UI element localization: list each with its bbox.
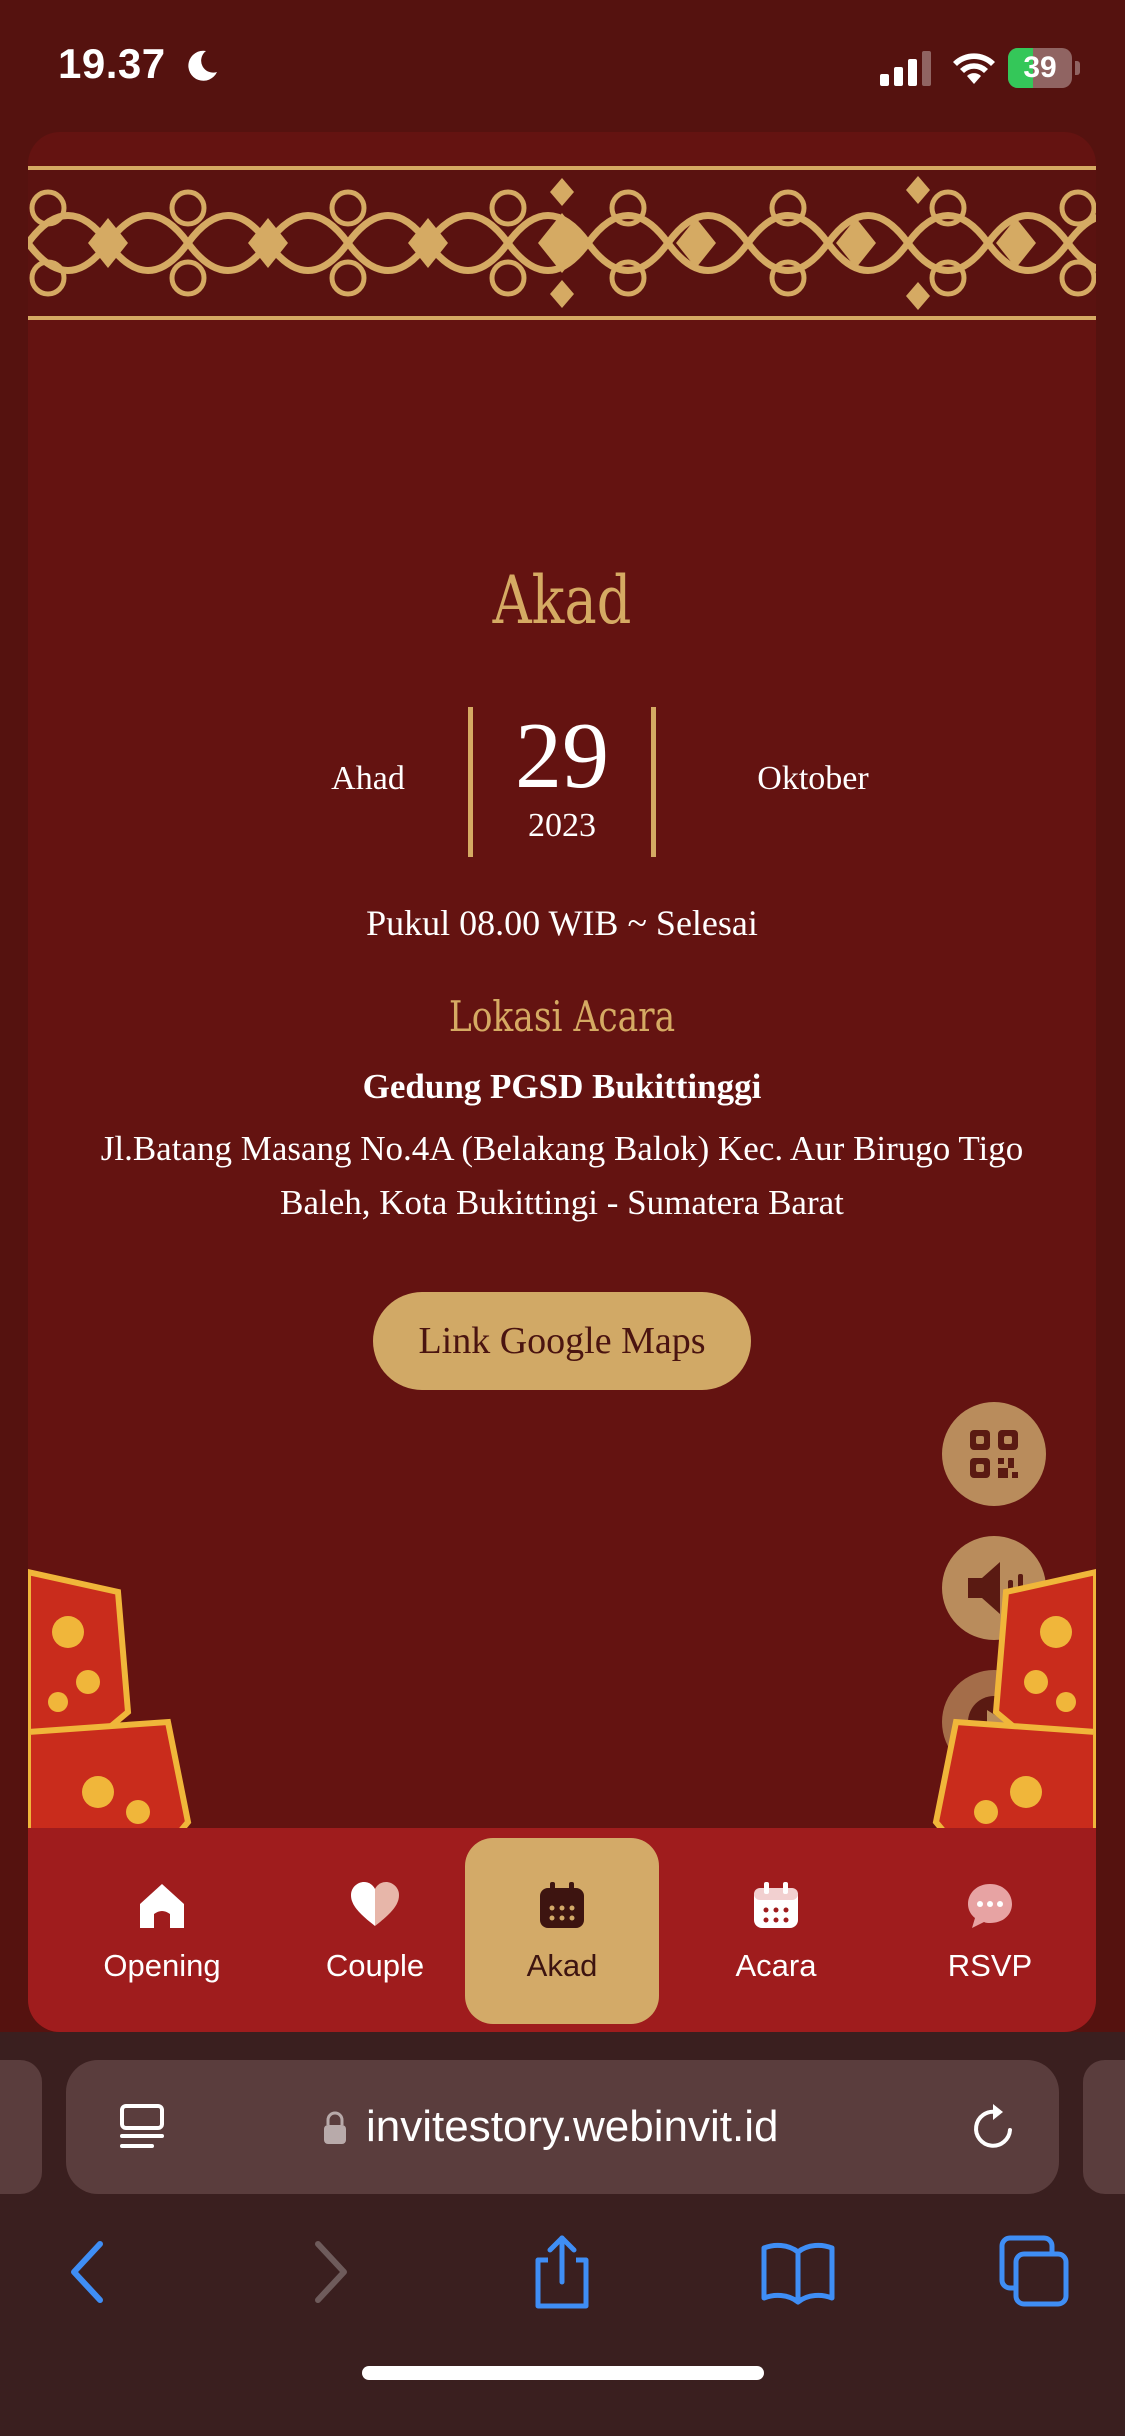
status-time: 19.37 [58, 40, 166, 87]
google-maps-link-button[interactable]: Link Google Maps [373, 1292, 751, 1390]
ornament-border-top [28, 166, 1096, 320]
event-day: Ahad [331, 760, 405, 797]
bottom-nav: Opening Couple Akad Acara RSVP [28, 1828, 1096, 2032]
battery-percent: 39 [1023, 51, 1057, 84]
event-title: Akad [492, 562, 632, 639]
address-bar[interactable]: invitestory.webinvit.id [66, 2060, 1059, 2194]
page-menu-icon[interactable] [116, 2102, 168, 2154]
nav-label-rsvp: RSVP [947, 1948, 1033, 1983]
nav-label-opening: Opening [103, 1948, 221, 1983]
bookmarks-icon[interactable] [758, 2232, 838, 2312]
home-icon [140, 1884, 184, 1928]
share-icon[interactable] [522, 2232, 602, 2312]
reload-icon[interactable] [966, 2100, 1022, 2156]
home-indicator [362, 2366, 764, 2380]
next-tab-preview[interactable] [1083, 2060, 1125, 2194]
forward-arrow-icon[interactable] [290, 2232, 370, 2312]
venue-address: Jl.Batang Masang No.4A (Belakang Balok) … [100, 1129, 1024, 1222]
venue-name: Gedung PGSD Bukittinggi [362, 1067, 762, 1106]
location-title: Lokasi Acara [448, 992, 676, 1041]
nav-label-acara: Acara [735, 1948, 817, 1983]
nav-item-acara[interactable]: Acara [679, 1828, 873, 2032]
url-text: invitestory.webinvit.id [366, 2102, 779, 2151]
nav-label-akad: Akad [526, 1948, 598, 1983]
nav-label-couple: Couple [325, 1948, 425, 1983]
wifi-icon [953, 53, 995, 84]
cellular-signal-icon [880, 51, 931, 86]
previous-tab-preview[interactable] [0, 2060, 42, 2194]
nav-item-rsvp[interactable]: RSVP [893, 1828, 1087, 2032]
qr-code-icon [970, 1430, 1018, 1478]
moon-icon [188, 50, 217, 81]
nav-item-opening[interactable]: Opening [65, 1828, 259, 2032]
event-time: Pukul 08.00 WIB ~ Selesai [366, 903, 758, 943]
tabs-icon[interactable] [994, 2232, 1074, 2312]
event-month: Oktober [757, 760, 869, 797]
calendar-icon [754, 1882, 798, 1928]
chat-bubble-icon [968, 1884, 1012, 1928]
event-date: 29 [515, 704, 609, 808]
event-year: 2023 [528, 807, 596, 844]
back-arrow-icon[interactable] [48, 2232, 128, 2312]
qr-code-button[interactable] [942, 1402, 1046, 1506]
calendar-icon [540, 1882, 584, 1928]
status-bar: 19.37 39 [0, 0, 1125, 130]
invitation-card: Akad Ahad 29 2023 Oktober Pukul 08.00 WI… [28, 132, 1096, 2032]
heart-icon [351, 1882, 399, 1926]
nav-item-couple[interactable]: Couple [278, 1828, 472, 2032]
date-divider-right [651, 707, 656, 857]
nav-item-akad[interactable]: Akad [465, 1828, 659, 2032]
lock-icon [324, 2111, 346, 2144]
battery-indicator: 39 [1008, 48, 1080, 88]
